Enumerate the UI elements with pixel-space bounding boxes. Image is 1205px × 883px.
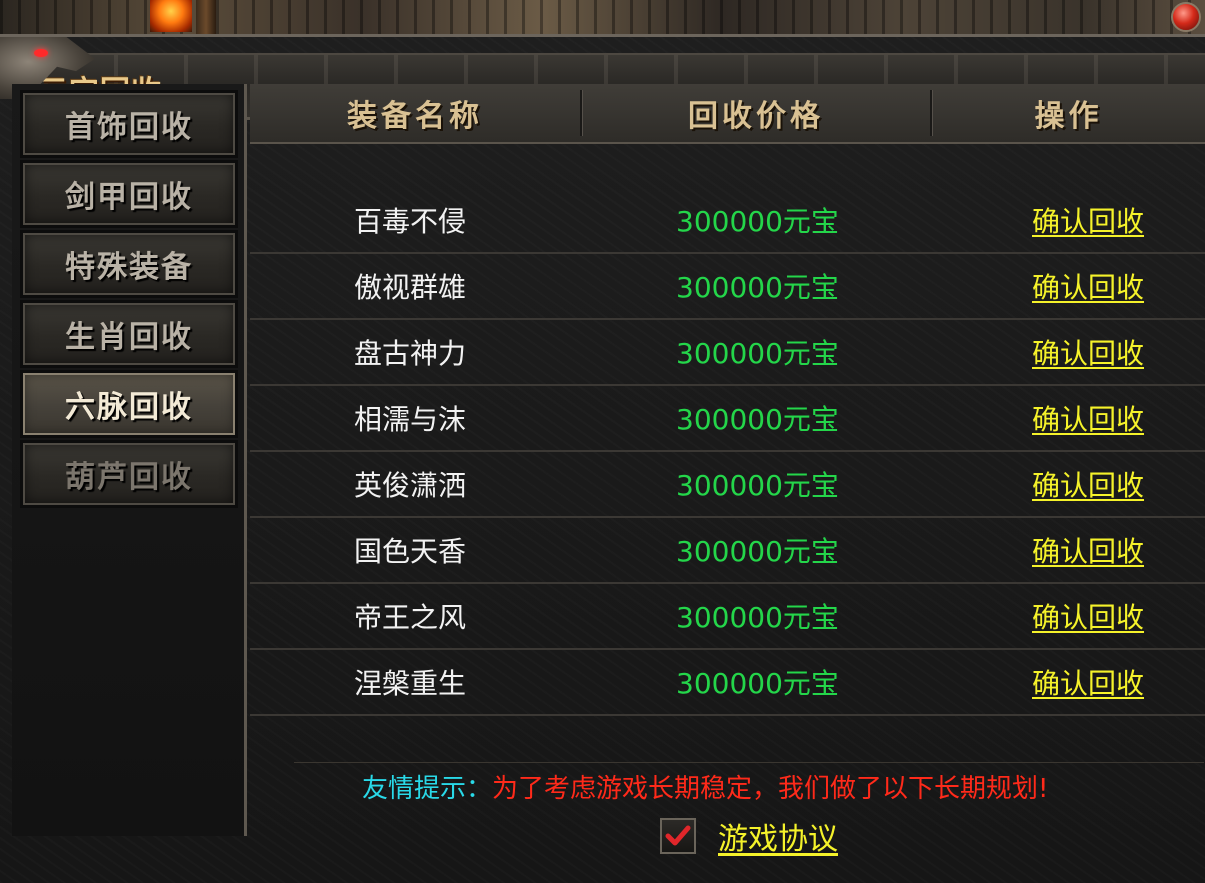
table-row: 国色天香 300000元宝 确认回收 (250, 518, 1205, 584)
confirm-recycle-link[interactable]: 确认回收 (1032, 188, 1144, 252)
item-name: 涅槃重生 (354, 667, 467, 700)
confirm-recycle-link[interactable]: 确认回收 (1032, 650, 1144, 714)
sidebar-item-gourd[interactable]: 葫芦回收 (20, 440, 238, 508)
sidebar-item-jewelry[interactable]: 首饰回收 (20, 90, 238, 158)
item-name: 傲视群雄 (354, 271, 467, 304)
item-price: 300000元宝 (676, 601, 839, 634)
torch-flame-icon (150, 0, 192, 32)
item-price: 300000元宝 (676, 469, 839, 502)
item-name: 相濡与沫 (354, 403, 467, 436)
tip-text: 为了考虑游戏长期稳定，我们做了以下长期规划! (492, 774, 1049, 804)
table-row: 英俊潇洒 300000元宝 确认回收 (250, 452, 1205, 518)
table-header: 装备名称 回收价格 操作 (250, 84, 1205, 144)
agreement-checkbox[interactable] (660, 818, 696, 854)
category-sidebar: 首饰回收 剑甲回收 特殊装备 生肖回收 六脉回收 葫芦回收 (12, 84, 247, 836)
header-operation: 操作 (1034, 99, 1103, 134)
confirm-recycle-link[interactable]: 确认回收 (1032, 584, 1144, 648)
table-row: 帝王之风 300000元宝 确认回收 (250, 584, 1205, 650)
item-price: 300000元宝 (676, 535, 839, 568)
checkmark-icon (665, 825, 691, 846)
item-name: 帝王之风 (354, 601, 467, 634)
confirm-recycle-link[interactable]: 确认回收 (1032, 320, 1144, 384)
item-price: 300000元宝 (676, 667, 839, 700)
item-name: 百毒不侵 (354, 205, 467, 238)
torch-post (196, 0, 216, 34)
sidebar-item-six-meridians[interactable]: 六脉回收 (20, 370, 238, 438)
agreement-row: 游戏协议 (660, 814, 838, 858)
item-name: 国色天香 (354, 535, 467, 568)
sidebar-item-sword-armor[interactable]: 剑甲回收 (20, 160, 238, 228)
sidebar-item-special-equipment[interactable]: 特殊装备 (20, 230, 238, 298)
friendly-tip: 友情提示：为了考虑游戏长期稳定，我们做了以下长期规划! (362, 768, 1048, 805)
confirm-recycle-link[interactable]: 确认回收 (1032, 452, 1144, 516)
confirm-recycle-link[interactable]: 确认回收 (1032, 386, 1144, 450)
red-gem-icon (1171, 2, 1201, 32)
confirm-recycle-link[interactable]: 确认回收 (1032, 518, 1144, 582)
header-item-name: 装备名称 (347, 99, 483, 134)
item-price: 300000元宝 (676, 205, 839, 238)
table-row: 相濡与沫 300000元宝 确认回收 (250, 386, 1205, 452)
confirm-recycle-link[interactable]: 确认回收 (1032, 254, 1144, 318)
item-price: 300000元宝 (676, 271, 839, 304)
dragon-eye (34, 49, 48, 57)
table-row: 百毒不侵 300000元宝 确认回收 (250, 188, 1205, 254)
item-name: 英俊潇洒 (354, 469, 467, 502)
item-name: 盘古神力 (354, 337, 467, 370)
game-agreement-link[interactable]: 游戏协议 (718, 814, 838, 858)
top-scenery-strip (0, 0, 1205, 34)
item-price: 300000元宝 (676, 403, 839, 436)
table-row: 盘古神力 300000元宝 确认回收 (250, 320, 1205, 386)
sidebar-item-zodiac[interactable]: 生肖回收 (20, 300, 238, 368)
tip-label: 友情提示： (362, 774, 493, 804)
table-row: 涅槃重生 300000元宝 确认回收 (250, 650, 1205, 716)
table-row: 傲视群雄 300000元宝 确认回收 (250, 254, 1205, 320)
tip-divider (294, 762, 1204, 763)
header-price: 回收价格 (688, 99, 824, 134)
item-price: 300000元宝 (676, 337, 839, 370)
